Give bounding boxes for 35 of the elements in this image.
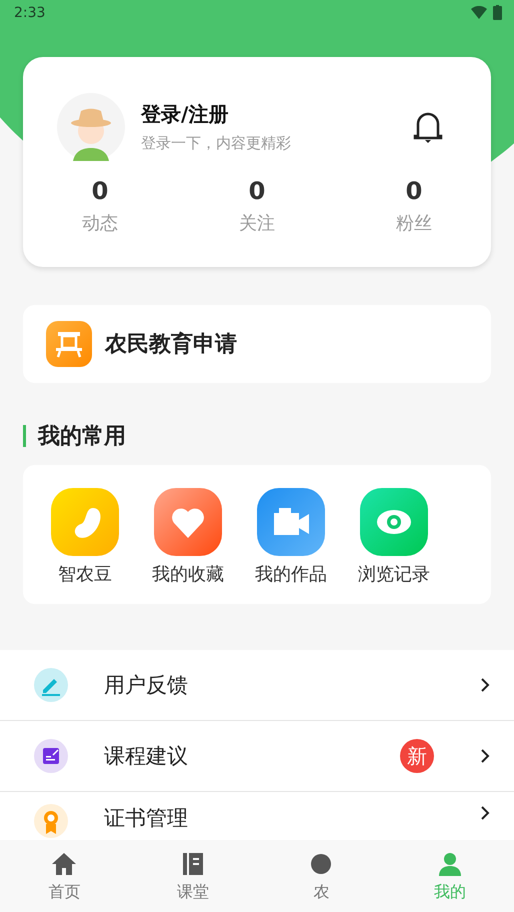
wifi-icon <box>471 6 487 20</box>
menu-row[interactable]: 证书管理 <box>0 792 514 840</box>
shortcut-label[interactable]: 我的收藏 <box>152 562 224 586</box>
podium-icon <box>46 320 92 367</box>
chevron-icon <box>480 676 490 694</box>
shortcut-label[interactable]: 智农豆 <box>58 562 112 586</box>
nav-tab[interactable]: 课堂 <box>128 840 257 912</box>
menu-label: 证书管理 <box>104 805 189 832</box>
menu-row[interactable]: 用户反馈 <box>0 650 514 721</box>
pencil-icon <box>34 668 68 702</box>
section-heading: 我的常用 <box>38 423 126 452</box>
status-time: 2:33 <box>14 4 46 21</box>
new-badge: 新 <box>400 739 434 773</box>
chevron-icon <box>480 747 490 765</box>
bean-icon[interactable] <box>51 488 119 556</box>
menu-label: 课程建议 <box>104 743 189 770</box>
stat-value: 0 <box>406 176 422 205</box>
stat-value: 0 <box>92 176 108 205</box>
login-title[interactable]: 登录/注册 <box>141 100 397 128</box>
farmer-education-button[interactable]: 农民教育申请 <box>23 304 491 384</box>
login-subtitle: 登录一下，内容更精彩 <box>141 134 292 153</box>
nav-tab[interactable]: 首页 <box>0 840 128 912</box>
chevron-icon <box>480 804 490 822</box>
menu-row[interactable]: 课程建议 新 <box>0 721 514 792</box>
video-camera-icon[interactable] <box>257 488 325 556</box>
medal-icon <box>34 804 68 838</box>
shortcut-label[interactable]: 浏览记录 <box>358 562 430 586</box>
avatar[interactable] <box>57 92 125 161</box>
nav-tab[interactable]: 农 <box>257 840 386 912</box>
menu-label: 用户反馈 <box>104 672 189 699</box>
edit-note-icon <box>34 739 68 773</box>
shortcut-label[interactable]: 我的作品 <box>255 562 327 586</box>
stat-value: 0 <box>248 176 266 205</box>
battery-icon <box>493 5 502 20</box>
eye-icon[interactable] <box>360 488 428 556</box>
